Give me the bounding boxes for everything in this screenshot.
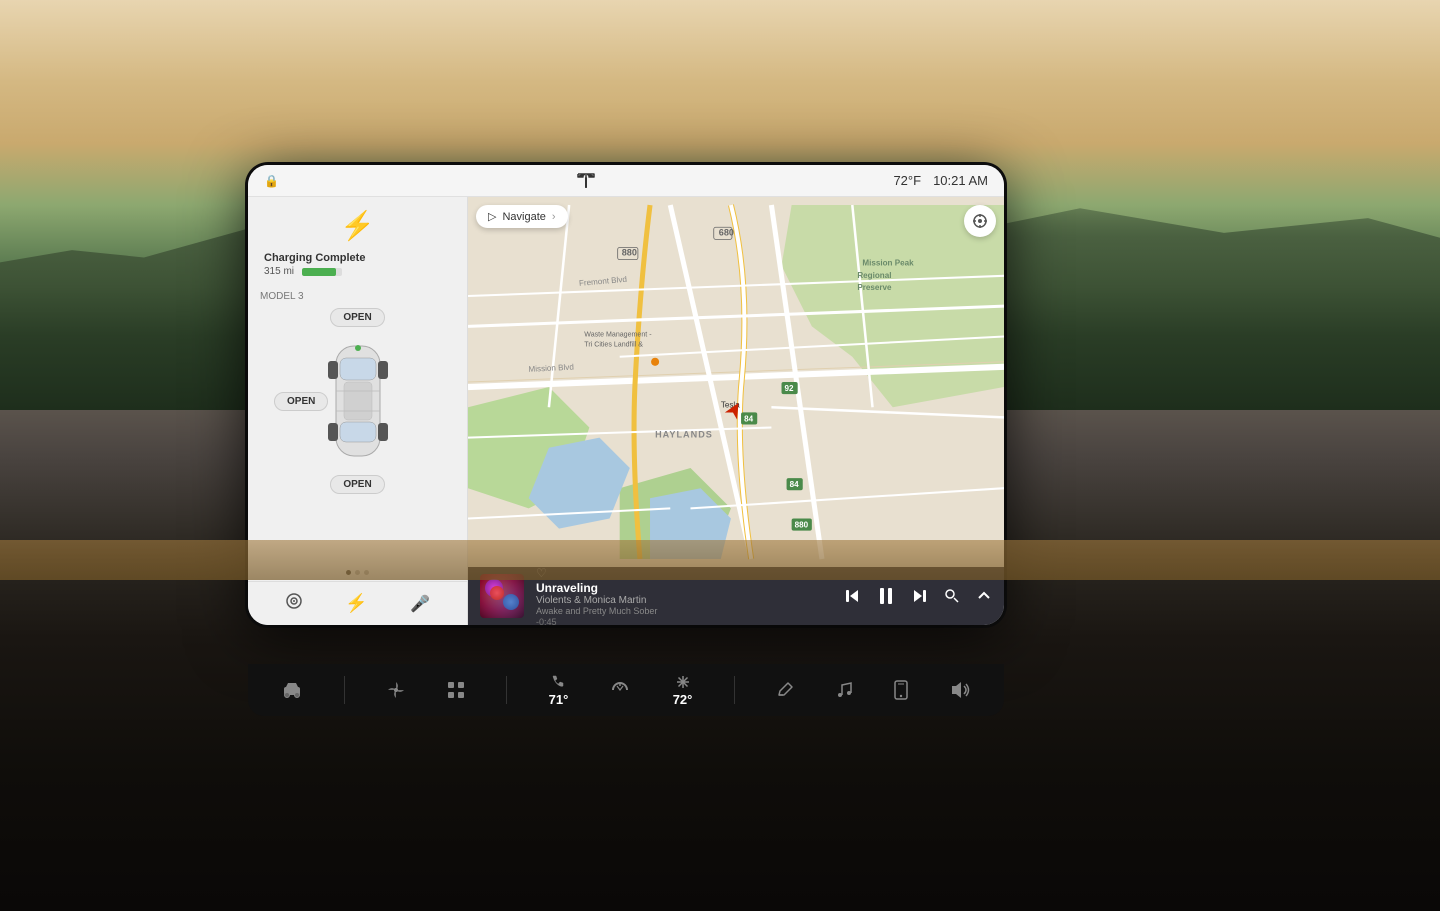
navigate-label: Navigate: [502, 211, 545, 223]
svg-text:Waste Management -: Waste Management -: [584, 331, 652, 338]
status-bar: 🔒 72°F 10:21 AM: [248, 165, 1004, 197]
taskbar-temp-right[interactable]: 72°: [673, 674, 693, 707]
mobile-icon: [894, 680, 908, 700]
search-music-button[interactable]: [944, 588, 960, 604]
car-image-container: OPEN: [260, 331, 455, 471]
microphone-icon[interactable]: 🎤: [410, 594, 430, 614]
taskbar-phone[interactable]: [894, 680, 908, 700]
wood-trim: [0, 540, 1440, 580]
svg-text:84: 84: [790, 480, 799, 489]
map-area[interactable]: 680 880: [468, 197, 1004, 567]
trunk-open-button[interactable]: OPEN: [330, 308, 384, 327]
next-track-button[interactable]: [912, 588, 928, 604]
car-top-controls: OPEN: [260, 308, 455, 327]
status-bar-left: 🔒: [264, 174, 279, 188]
battery-bar: [302, 268, 342, 276]
taskbar-car[interactable]: [281, 682, 303, 698]
svg-text:880: 880: [795, 521, 809, 530]
map-recenter-button[interactable]: [964, 205, 996, 237]
svg-text:Tri Cities Landfill &: Tri Cities Landfill &: [584, 342, 643, 349]
charging-icon: ⚡: [340, 209, 375, 242]
navigate-chevron-icon: ›: [552, 211, 556, 223]
model-label: MODEL 3: [260, 291, 455, 302]
charging-range-row: 315 mi: [264, 266, 342, 277]
taskbar-grid[interactable]: [447, 681, 465, 699]
album-art: [480, 574, 524, 618]
lightning-panel-icon[interactable]: ⚡: [345, 593, 367, 614]
lock-icon: 🔒: [264, 174, 279, 188]
prev-track-button[interactable]: [844, 588, 860, 604]
taskbar-fan-speed[interactable]: [609, 681, 631, 699]
grid-icon: [447, 681, 465, 699]
svg-text:84: 84: [744, 414, 753, 423]
left-panel-bottom: ⚡ 🎤: [248, 581, 467, 625]
song-artist: Violents & Monica Martin: [536, 595, 832, 606]
svg-text:Mission Peak: Mission Peak: [862, 259, 914, 268]
frunk-open-button[interactable]: OPEN: [330, 475, 384, 494]
navigate-arrow-icon: ▷: [488, 210, 496, 223]
phone-icon: [550, 674, 566, 690]
car-controls: MODEL 3 OPEN OPEN: [248, 285, 467, 566]
status-bar-right: 72°F 10:21 AM: [893, 173, 988, 188]
svg-text:880: 880: [622, 248, 637, 258]
status-bar-center: [576, 172, 596, 190]
charging-status: Charging Complete: [264, 252, 365, 264]
taskbar-volume[interactable]: [949, 681, 971, 699]
recenter-icon: [972, 213, 988, 229]
taskbar-music[interactable]: [835, 681, 853, 699]
play-pause-button[interactable]: [876, 586, 896, 606]
tesla-logo-icon: [576, 172, 596, 190]
temperature-display: 72°F: [893, 173, 921, 188]
divider-1: [344, 676, 345, 704]
divider-2: [506, 676, 507, 704]
taskbar-temp-left[interactable]: 71°: [549, 674, 569, 707]
temp-right-label: 72°: [673, 692, 693, 707]
battery-fill: [302, 268, 336, 276]
taskbar-fan[interactable]: [386, 680, 406, 700]
taskbar: 71° 72°: [248, 664, 1004, 716]
snowflake-icon: [675, 674, 691, 690]
navigate-bar[interactable]: ▷ Navigate ›: [476, 205, 568, 228]
music-controls: [844, 586, 992, 606]
left-door-open-button[interactable]: OPEN: [274, 392, 328, 411]
edit-icon: [776, 681, 794, 699]
taskbar-edit[interactable]: [776, 681, 794, 699]
song-album: Awake and Pretty Much Sober: [536, 606, 832, 616]
next-icon: [912, 588, 928, 604]
search-music-icon: [944, 588, 960, 604]
expand-icon: [976, 588, 992, 604]
svg-text:HAYLANDS: HAYLANDS: [655, 430, 713, 440]
car-icon: [281, 682, 303, 698]
bottom-open-button-container: OPEN: [260, 475, 455, 494]
temp-left-label: 71°: [549, 692, 569, 707]
map-svg: 680 880: [468, 197, 1004, 567]
song-duration: -0:45: [536, 617, 832, 626]
volume-icon: [949, 681, 971, 699]
prev-icon: [844, 588, 860, 604]
music-icon: [835, 681, 853, 699]
divider-3: [734, 676, 735, 704]
svg-text:92: 92: [785, 384, 794, 393]
fan-icon: [386, 680, 406, 700]
expand-player-button[interactable]: [976, 588, 992, 604]
charging-header: ⚡ Charging Complete 315 mi: [248, 197, 467, 285]
time-display: 10:21 AM: [933, 173, 988, 188]
range-display: 315 mi: [264, 266, 294, 277]
car-image: [318, 336, 398, 466]
camera-icon[interactable]: [285, 592, 303, 615]
pause-icon: [876, 586, 896, 606]
song-title: Unraveling: [536, 581, 832, 595]
svg-text:Regional: Regional: [857, 271, 891, 280]
svg-text:Preserve: Preserve: [857, 283, 892, 292]
fan-speed-icon: [609, 681, 631, 699]
